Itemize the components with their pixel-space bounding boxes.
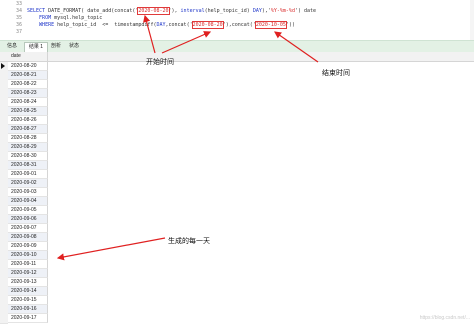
watermark: https://blog.csdn.net/...: [419, 315, 470, 321]
annotation-start-time: 开始时间: [146, 58, 174, 66]
annotation-end-time: 结束时间: [322, 69, 350, 77]
annotation-arrows: [56, 14, 319, 261]
arrow-start: [143, 14, 156, 54]
arrow-start-2: [161, 31, 212, 54]
annotation-generated-days: 生成的每一天: [168, 237, 210, 245]
arrow-generated: [56, 237, 166, 261]
arrow-end: [274, 31, 319, 63]
